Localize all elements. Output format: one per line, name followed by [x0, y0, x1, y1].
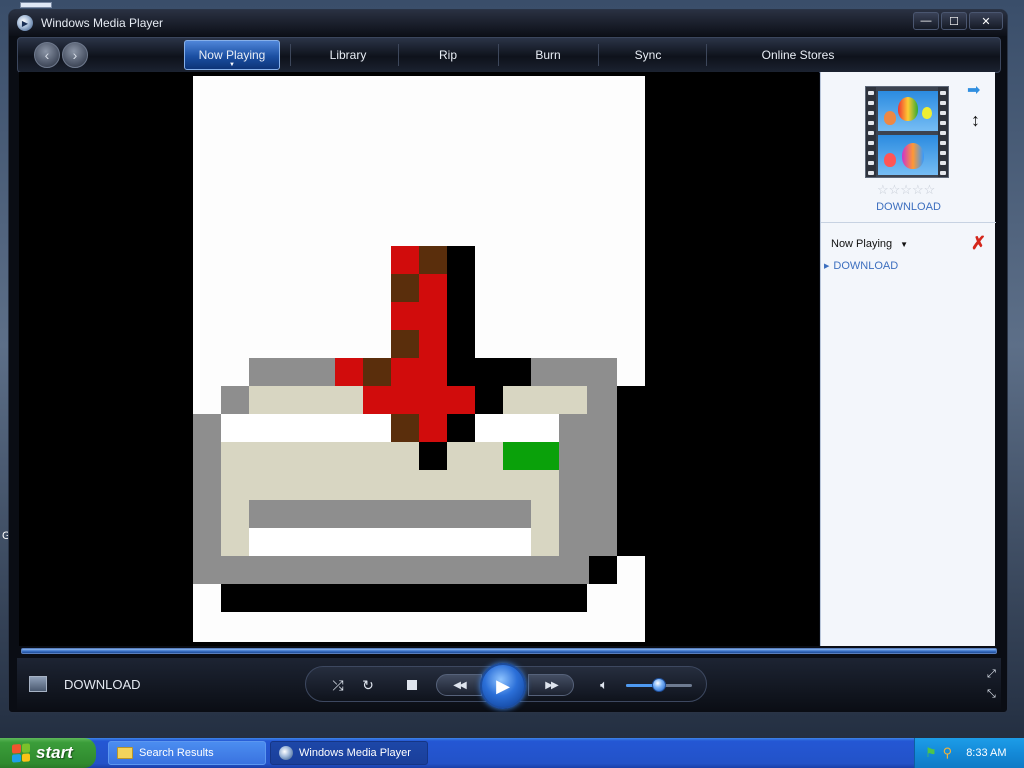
- balloon-image: [878, 135, 938, 175]
- now-playing-title: DOWNLOAD: [64, 677, 141, 692]
- tab-divider: [398, 44, 399, 66]
- list-pane: ➡ ↕ ☆☆☆☆☆ DOWNLOAD Now Playing ▼ ✗ ▶ DOW…: [820, 72, 996, 646]
- maximize-button[interactable]: ☐: [941, 12, 967, 30]
- mini-mode-icon[interactable]: ⤡: [987, 688, 996, 701]
- window-controls: — ☐ ✕: [913, 12, 1003, 30]
- tab-label: Rip: [438, 48, 457, 62]
- seek-bar[interactable]: [21, 648, 997, 654]
- windows-logo-icon: [12, 743, 30, 763]
- tab-label: Sync: [634, 48, 662, 62]
- repeat-icon[interactable]: ↻: [358, 675, 378, 695]
- tab-rip[interactable]: Rip: [408, 40, 488, 70]
- tab-label: Online Stores: [761, 48, 835, 62]
- playlist-dropdown-label: Now Playing: [831, 238, 893, 250]
- tab-burn[interactable]: Burn: [508, 40, 588, 70]
- shuffle-icon[interactable]: ⤮: [328, 675, 348, 695]
- tab-online-stores[interactable]: Online Stores: [738, 40, 858, 70]
- pixel-art-download-icon: [193, 246, 645, 612]
- tab-divider: [498, 44, 499, 66]
- clear-list-icon[interactable]: ✗: [971, 233, 986, 254]
- media-player-window: ▶ Windows Media Player — ☐ ✕ ‹ › Now Pla…: [8, 9, 1008, 713]
- taskbar-media-player[interactable]: Windows Media Player: [270, 741, 428, 765]
- playing-indicator-icon: ▶: [824, 263, 830, 270]
- taskbar: start Search Results Windows Media Playe…: [0, 738, 1024, 768]
- tab-label: Now Playing: [198, 48, 266, 62]
- video-frame: [193, 76, 645, 642]
- navigation-bar: ‹ › Now Playing ▼ Library Rip Burn Sync …: [17, 37, 1001, 73]
- previous-icon: ◀◀: [453, 679, 466, 691]
- stop-icon: [407, 680, 417, 690]
- taskbar-search-results[interactable]: Search Results: [108, 741, 266, 765]
- play-button[interactable]: ▶: [480, 663, 526, 709]
- media-player-icon: ▶: [17, 15, 33, 31]
- taskbar-item-label: Windows Media Player: [299, 747, 411, 759]
- playlist-dropdown[interactable]: Now Playing ▼: [831, 238, 908, 250]
- fullscreen-icon[interactable]: ⤢: [987, 668, 996, 681]
- pane-divider: [821, 222, 996, 223]
- list-item-label: DOWNLOAD: [833, 260, 899, 272]
- tab-sync[interactable]: Sync: [608, 40, 688, 70]
- balloon-image: [878, 91, 938, 131]
- speaker-icon[interactable]: 🔈︎: [594, 675, 614, 695]
- previous-button[interactable]: ◀◀: [436, 674, 482, 696]
- film-strip: [866, 87, 876, 177]
- album-art-caption[interactable]: DOWNLOAD: [821, 201, 996, 213]
- close-button[interactable]: ✕: [969, 12, 1003, 30]
- chevron-down-icon: ▼: [900, 239, 909, 249]
- minimize-button[interactable]: —: [913, 12, 939, 30]
- window-title: Windows Media Player: [41, 16, 164, 30]
- system-tray: ⚑ ⚲ 8:33 AM: [914, 738, 1024, 768]
- volume-slider-thumb[interactable]: [652, 678, 666, 692]
- resize-vertical-icon[interactable]: ↕: [971, 110, 980, 131]
- film-strip: [938, 87, 948, 177]
- start-button[interactable]: start: [0, 738, 96, 768]
- start-label: start: [36, 743, 73, 762]
- tab-label: Library: [329, 48, 367, 62]
- tab-divider: [598, 44, 599, 66]
- album-art[interactable]: [865, 86, 949, 178]
- back-button[interactable]: ‹: [34, 42, 60, 68]
- taskbar-item-label: Search Results: [139, 747, 214, 759]
- tab-now-playing[interactable]: Now Playing ▼: [184, 40, 280, 70]
- desktop-icon-fragment: [20, 2, 52, 8]
- title-bar[interactable]: ▶ Windows Media Player — ☐ ✕: [9, 10, 1007, 36]
- rating-stars[interactable]: ☆☆☆☆☆: [877, 182, 935, 198]
- transport-controls: ⤮ ↻ ◀◀ ▶▶ ▶ 🔈︎: [305, 663, 707, 709]
- play-icon: ▶: [496, 675, 510, 696]
- tab-label: Burn: [535, 48, 561, 62]
- search-icon[interactable]: ⚲: [943, 745, 953, 761]
- media-thumbnail-icon: [29, 676, 47, 692]
- tab-divider: [290, 44, 291, 66]
- clock[interactable]: 8:33 AM: [966, 747, 1006, 759]
- network-icon[interactable]: ⚑: [925, 745, 937, 761]
- tab-library[interactable]: Library: [308, 40, 388, 70]
- stop-button[interactable]: [402, 675, 422, 695]
- list-item[interactable]: ▶ DOWNLOAD: [824, 260, 898, 272]
- chevron-down-icon[interactable]: ▼: [229, 62, 235, 68]
- next-icon: ▶▶: [545, 679, 558, 691]
- forward-button[interactable]: ›: [62, 42, 88, 68]
- next-button[interactable]: ▶▶: [528, 674, 574, 696]
- video-display[interactable]: [19, 72, 819, 646]
- media-player-icon: [279, 746, 293, 760]
- folder-icon: [117, 747, 133, 759]
- playback-control-bar: DOWNLOAD ⤮ ↻ ◀◀ ▶▶ ▶ 🔈︎ ⤢ ⤡: [17, 658, 1001, 710]
- arrow-right-icon[interactable]: ➡: [967, 80, 980, 100]
- tab-divider: [706, 44, 707, 66]
